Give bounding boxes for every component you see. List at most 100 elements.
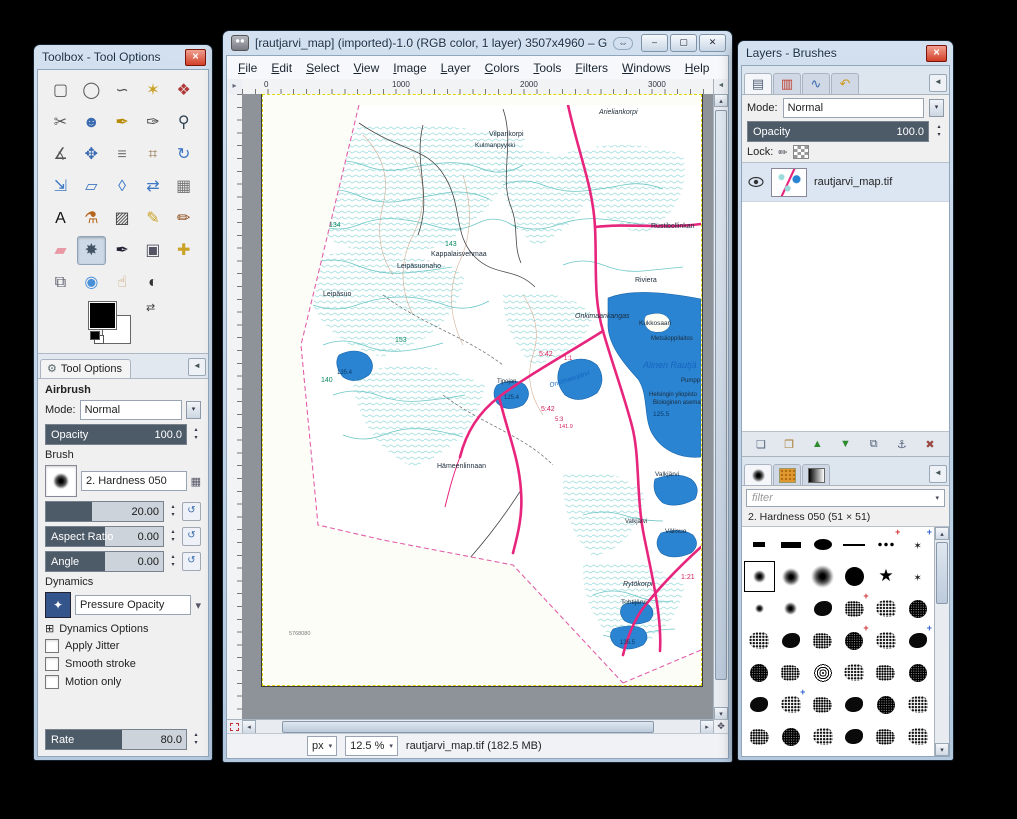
brush-thumbnail-button[interactable]: [45, 465, 77, 497]
ruler-corner-button[interactable]: ▸: [227, 79, 243, 95]
lock-alpha-icon[interactable]: [793, 145, 809, 159]
tool-perspective-clone[interactable]: ⧉: [46, 268, 75, 297]
brush-tex2[interactable]: +: [776, 689, 807, 720]
tab-paths[interactable]: ∿: [802, 73, 830, 94]
brush-selector-icon[interactable]: ▦: [191, 475, 201, 488]
scroll-up-icon[interactable]: ▴: [935, 527, 949, 540]
minimize-button[interactable]: –: [641, 34, 668, 52]
layer-row[interactable]: rautjarvi_map.tif: [742, 163, 949, 202]
tab-brushes[interactable]: [744, 464, 772, 485]
v-ruler[interactable]: [227, 94, 243, 720]
h-scroll-thumb[interactable]: [282, 721, 654, 733]
brush-filter-input[interactable]: filter ▾: [746, 489, 945, 507]
brush-blob[interactable]: [744, 689, 775, 720]
aspect-ratio-slider[interactable]: Aspect Ratio 0.00: [45, 526, 164, 547]
lock-pixels-icon[interactable]: ✏: [778, 146, 787, 159]
menu-layer[interactable]: Layer: [434, 58, 478, 78]
tool-blend[interactable]: ▨: [108, 204, 137, 233]
brush-blob[interactable]: +: [902, 625, 933, 656]
close-icon[interactable]: ✕: [926, 45, 947, 62]
tool-perspective[interactable]: ◊: [108, 172, 137, 201]
tab-undo-history[interactable]: ↶: [831, 73, 859, 94]
menu-filters[interactable]: Filters: [568, 58, 615, 78]
layer-mode-select[interactable]: Normal: [783, 98, 924, 118]
tool-fuzzy-select[interactable]: ✶: [138, 76, 167, 105]
brush-tex2[interactable]: [839, 657, 870, 688]
tool-scissors-select[interactable]: ✂: [46, 108, 75, 137]
brush-fz-md[interactable]: [776, 561, 807, 592]
menu-windows[interactable]: Windows: [615, 58, 678, 78]
brush-tex2[interactable]: [744, 625, 775, 656]
brush-bar[interactable]: [776, 529, 807, 560]
anchor-layer-button[interactable]: ⚓: [891, 434, 913, 455]
tool-pencil[interactable]: ✎: [138, 204, 167, 233]
tool-rectangle-select[interactable]: ▢: [46, 76, 75, 105]
opacity-spin-buttons[interactable]: ▴▾: [191, 427, 201, 443]
tool-flip[interactable]: ⇄: [138, 172, 167, 201]
angle-reset-icon[interactable]: ↺: [182, 552, 201, 571]
menu-edit[interactable]: Edit: [264, 58, 299, 78]
brush-tex1[interactable]: [807, 625, 838, 656]
visibility-eye-icon[interactable]: [748, 176, 764, 188]
menu-help[interactable]: Help: [678, 58, 717, 78]
brush-tex3[interactable]: [902, 657, 933, 688]
brush-tex1[interactable]: [807, 689, 838, 720]
brush-blob[interactable]: [807, 593, 838, 624]
brush-tex3[interactable]: [776, 721, 807, 752]
dynamics-options-expander[interactable]: ⊞ Dynamics Options: [45, 622, 201, 635]
tool-heal[interactable]: ✚: [169, 236, 198, 265]
brush-blob[interactable]: [776, 625, 807, 656]
dynamics-selector-icon[interactable]: ▾: [195, 599, 201, 612]
swap-colors-icon[interactable]: ⇄: [146, 301, 155, 314]
menu-tools[interactable]: Tools: [526, 58, 568, 78]
rate-spin-buttons[interactable]: ▴▾: [191, 732, 201, 748]
image-page[interactable]: ArieliankorpiVilpankorpiKulmanpyykkiRust…: [262, 94, 702, 686]
tool-shear[interactable]: ▱: [77, 172, 106, 201]
scroll-down-icon[interactable]: ▾: [935, 743, 949, 756]
canvas[interactable]: ArieliankorpiVilpankorpiKulmanpyykkiRust…: [242, 94, 714, 720]
brush-dots[interactable]: +: [871, 529, 902, 560]
tool-select-by-color[interactable]: ❖: [169, 76, 198, 105]
menu-image[interactable]: Image: [386, 58, 433, 78]
duplicate-layer-button[interactable]: ⧉: [863, 434, 885, 455]
scroll-up-icon[interactable]: ▴: [714, 94, 728, 107]
foreground-color-swatch[interactable]: [88, 301, 117, 330]
tool-scale[interactable]: ⇲: [46, 172, 75, 201]
brush-circle[interactable]: [839, 561, 870, 592]
aspect-reset-icon[interactable]: ↺: [182, 527, 201, 546]
panel-menu-arrow-icon[interactable]: ◄: [929, 74, 947, 92]
tab-gradients[interactable]: [802, 464, 830, 485]
tool-ellipse-select[interactable]: ◯: [77, 76, 106, 105]
brush-swirl[interactable]: [807, 657, 838, 688]
brush-fz-xs[interactable]: [744, 593, 775, 624]
brush-tex2[interactable]: [902, 721, 933, 752]
layers-titlebar[interactable]: Layers - Brushes ✕: [738, 41, 953, 64]
tool-foreground-select[interactable]: ☻: [77, 108, 106, 137]
new-group-button[interactable]: ❐: [778, 434, 800, 455]
brush-spark[interactable]: [902, 561, 933, 592]
layer-mode-arrow-icon[interactable]: ▾: [929, 99, 944, 117]
tool-clone[interactable]: ▣: [138, 236, 167, 265]
layer-thumbnail[interactable]: [771, 168, 807, 197]
brush-blob[interactable]: [839, 689, 870, 720]
menu-view[interactable]: View: [346, 58, 386, 78]
brush-star[interactable]: [871, 561, 902, 592]
default-colors-icon[interactable]: [90, 331, 104, 343]
new-layer-button[interactable]: ❏: [750, 434, 772, 455]
brush-tex2[interactable]: [871, 593, 902, 624]
delete-layer-button[interactable]: ✖: [919, 434, 941, 455]
brush-tex2[interactable]: [902, 689, 933, 720]
scroll-right-icon[interactable]: ▸: [700, 720, 714, 734]
scroll-left-icon[interactable]: ◂: [242, 720, 256, 734]
tool-smudge[interactable]: ☝: [108, 268, 137, 297]
menu-select[interactable]: Select: [299, 58, 346, 78]
tool-zoom[interactable]: ⚲: [169, 108, 198, 137]
menu-colors[interactable]: Colors: [478, 58, 527, 78]
h-ruler[interactable]: 0100020003000: [242, 79, 714, 95]
tool-free-select[interactable]: ∽: [108, 76, 137, 105]
menu-file[interactable]: File: [231, 58, 264, 78]
opacity-slider[interactable]: Opacity 100.0: [45, 424, 187, 445]
brush-ellipse[interactable]: [807, 529, 838, 560]
mode-select[interactable]: Normal: [80, 400, 182, 420]
tool-eraser[interactable]: ▰: [46, 236, 75, 265]
